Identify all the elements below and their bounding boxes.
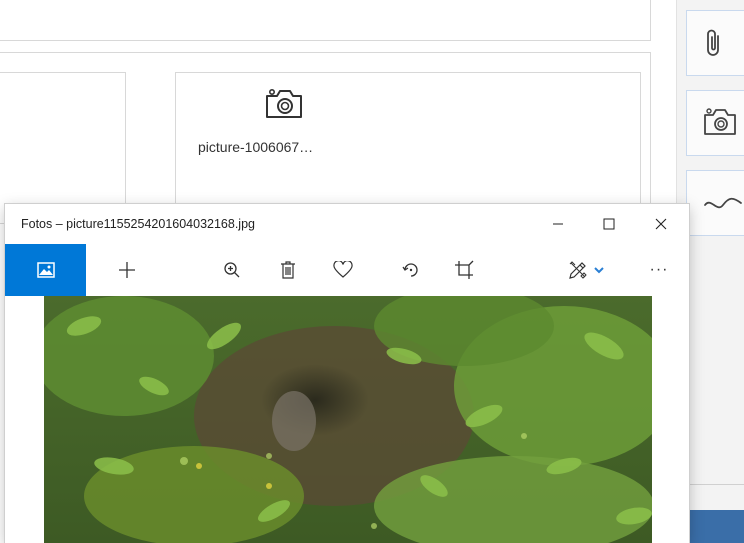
add-button[interactable] bbox=[107, 244, 147, 296]
photo-image bbox=[44, 296, 652, 543]
attachment-tile-picture[interactable]: picture-1006067… bbox=[175, 72, 641, 224]
close-icon bbox=[655, 218, 667, 230]
crop-button[interactable] bbox=[444, 244, 484, 296]
minimize-icon bbox=[553, 223, 563, 225]
attachment-filename: picture-1006067… bbox=[198, 139, 314, 155]
window-title: Fotos – picture1155254201604032168.jpg bbox=[21, 217, 255, 231]
edit-draw-icon bbox=[569, 261, 587, 279]
heart-icon bbox=[333, 261, 353, 278]
taskbar-fragment bbox=[688, 510, 744, 543]
camera-button[interactable] bbox=[686, 90, 744, 156]
crop-icon bbox=[455, 260, 474, 279]
edit-dropdown-button[interactable] bbox=[588, 244, 610, 296]
photo-viewer[interactable] bbox=[5, 296, 689, 543]
photos-window: Fotos – picture1155254201604032168.jpg ·… bbox=[5, 204, 689, 543]
view-picture-button[interactable] bbox=[5, 244, 86, 296]
picture-icon bbox=[36, 262, 55, 278]
chevron-down-icon bbox=[594, 267, 604, 274]
maximize-button[interactable] bbox=[587, 204, 631, 244]
see-more-button[interactable]: ··· bbox=[639, 244, 679, 296]
plus-icon bbox=[119, 262, 135, 278]
attachment-tile-left[interactable] bbox=[0, 72, 126, 224]
close-button[interactable] bbox=[639, 204, 683, 244]
maximize-icon bbox=[603, 218, 615, 230]
top-panel bbox=[0, 0, 651, 41]
toolbar: ··· bbox=[5, 244, 689, 296]
rotate-button[interactable] bbox=[391, 244, 431, 296]
rotate-icon bbox=[402, 263, 418, 277]
zoom-button[interactable] bbox=[212, 244, 252, 296]
trash-icon bbox=[281, 261, 295, 279]
title-bar[interactable]: Fotos – picture1155254201604032168.jpg bbox=[5, 204, 689, 244]
delete-button[interactable] bbox=[268, 244, 308, 296]
more-icon: ··· bbox=[649, 261, 669, 278]
zoom-in-icon bbox=[224, 262, 240, 278]
ink-button[interactable] bbox=[686, 170, 744, 236]
attach-file-button[interactable] bbox=[686, 10, 744, 76]
camera-icon bbox=[264, 87, 304, 121]
minimize-button[interactable] bbox=[536, 204, 580, 244]
favorite-button[interactable] bbox=[323, 244, 363, 296]
divider bbox=[688, 484, 744, 485]
photo bbox=[44, 296, 652, 543]
